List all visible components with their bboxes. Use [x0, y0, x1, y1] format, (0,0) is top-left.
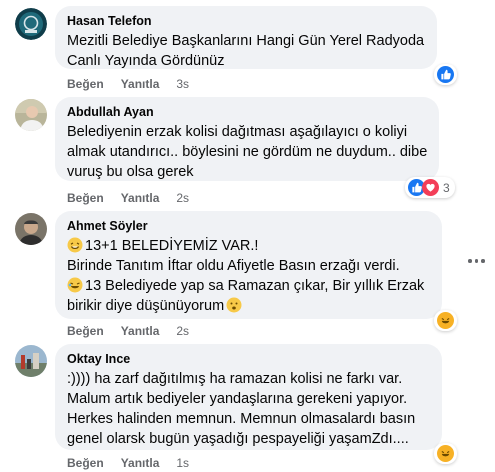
comment-line: Herkes halinden memnun. Memnun olmasalar…	[67, 411, 416, 427]
timestamp[interactable]: 2s	[176, 324, 189, 338]
comment-bubble: Abdullah Ayan Belediyenin erzak kolisi d…	[55, 97, 439, 181]
laughing-face-icon	[67, 277, 83, 293]
reply-button[interactable]: Yanıtla	[121, 324, 160, 338]
comment-line-text: 13 Belediyede yap sa Ramazan çıkar, Bir …	[85, 278, 425, 294]
reply-button[interactable]: Yanıtla	[121, 191, 160, 205]
haha-icon	[437, 445, 454, 462]
comment-author[interactable]: Hasan Telefon	[67, 13, 425, 29]
comment-line: 13 Belediyede yap sa Ramazan çıkar, Bir …	[67, 276, 430, 296]
comment-bubble: Ahmet Söyler 13+1 BELEDİYEMİZ VAR.! Biri…	[55, 211, 442, 319]
avatar[interactable]	[15, 345, 47, 377]
love-icon	[422, 179, 439, 196]
avatar[interactable]	[15, 213, 47, 245]
comment-line: birikir diye düşünüyorum	[67, 296, 430, 316]
comment-line: Belediyenin erzak kolisi dağıtması aşağı…	[67, 124, 408, 140]
smiling-face-icon	[67, 237, 83, 253]
comment-author[interactable]: Oktay Ince	[67, 351, 430, 367]
comment-actions: Beğen Yanıtla 2s	[67, 191, 189, 205]
reaction-summary[interactable]	[434, 310, 457, 331]
hushed-face-icon	[226, 297, 242, 313]
timestamp[interactable]: 1s	[176, 456, 189, 470]
timestamp[interactable]: 2s	[176, 191, 189, 205]
reply-button[interactable]: Yanıtla	[121, 77, 160, 91]
comment-line: Birinde Tanıtım İftar oldu Afiyetle Bası…	[67, 258, 400, 274]
comment-line: Malum artık bediyeler yandaşlarına gerek…	[67, 391, 408, 407]
reaction-summary[interactable]: 3	[405, 177, 455, 198]
comment-line: Canlı Yayında Gördünüz	[67, 53, 225, 69]
reply-button[interactable]: Yanıtla	[121, 456, 160, 470]
haha-icon	[437, 312, 454, 329]
more-options-icon[interactable]	[468, 257, 488, 265]
comment-bubble: Hasan Telefon Mezitli Belediye Başkanlar…	[55, 6, 437, 69]
comment-line-text: birikir diye düşünüyorum	[67, 298, 225, 314]
comment-author[interactable]: Ahmet Söyler	[67, 218, 430, 234]
comment-actions: Beğen Yanıtla 3s	[67, 77, 189, 91]
like-button[interactable]: Beğen	[67, 324, 104, 338]
comment-actions: Beğen Yanıtla 1s	[67, 456, 189, 470]
reaction-summary[interactable]	[434, 64, 457, 85]
like-button[interactable]: Beğen	[67, 191, 104, 205]
comment-bubble: Oktay Ince :)))) ha zarf dağıtılmış ha r…	[55, 344, 442, 450]
like-button[interactable]: Beğen	[67, 456, 104, 470]
timestamp[interactable]: 3s	[176, 77, 189, 91]
reaction-summary[interactable]	[434, 443, 457, 464]
comment-line: 13+1 BELEDİYEMİZ VAR.!	[67, 236, 430, 256]
comment-line: :)))) ha zarf dağıtılmış ha ramazan koli…	[67, 371, 403, 387]
comment-text: 13+1 BELEDİYEMİZ VAR.! Birinde Tanıtım İ…	[67, 236, 430, 316]
comment-text: Mezitli Belediye Başkanlarını Hangi Gün …	[67, 31, 425, 71]
comment-line: almak utandırıcı.. böylesini ne gördüm n…	[67, 144, 428, 160]
like-button[interactable]: Beğen	[67, 77, 104, 91]
comment-line-text: 13+1 BELEDİYEMİZ VAR.!	[85, 238, 259, 254]
comment-line: Mezitli Belediye Başkanlarını Hangi Gün …	[67, 33, 425, 49]
comment-text: :)))) ha zarf dağıtılmış ha ramazan koli…	[67, 369, 430, 449]
avatar[interactable]	[15, 8, 47, 40]
comment-line: genel olarsk bugün yaşadığı pespayeliği …	[67, 431, 409, 447]
comment-text: Belediyenin erzak kolisi dağıtması aşağı…	[67, 122, 427, 182]
reaction-count: 3	[443, 180, 450, 195]
comment-actions: Beğen Yanıtla 2s	[67, 324, 189, 338]
avatar[interactable]	[15, 99, 47, 131]
comment-author[interactable]: Abdullah Ayan	[67, 104, 427, 120]
like-icon	[437, 66, 454, 83]
comment-line: vuruş bu olsa gerek	[67, 164, 194, 180]
